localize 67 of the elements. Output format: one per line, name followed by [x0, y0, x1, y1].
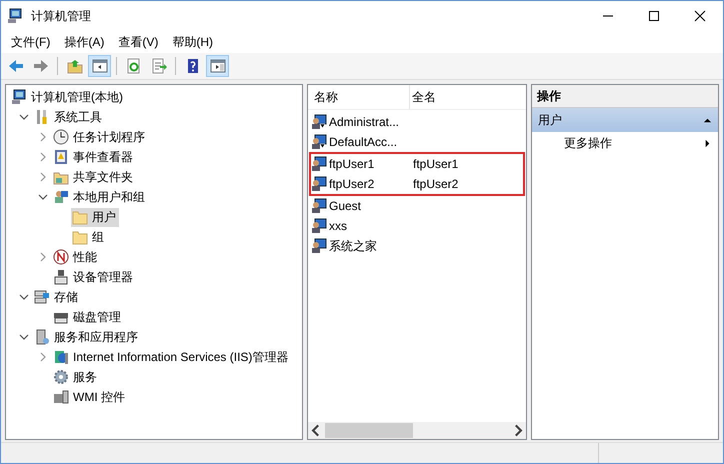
tree-item[interactable]: 存储 — [33, 288, 81, 306]
tree-item[interactable]: 性能 — [52, 248, 100, 266]
storage-icon — [34, 289, 50, 305]
tree-item[interactable]: 组 — [71, 228, 107, 246]
scrollbar-thumb[interactable] — [325, 423, 413, 438]
tree-pane-button[interactable] — [88, 55, 111, 77]
chevron-right-icon[interactable] — [38, 252, 48, 262]
back-icon — [8, 58, 24, 74]
chevron-right-icon[interactable] — [38, 352, 48, 362]
tree-item[interactable]: 事件查看器 — [52, 148, 136, 166]
tree-item[interactable]: 服务和应用程序 — [33, 328, 141, 346]
folder-icon — [72, 209, 88, 225]
menu-item[interactable]: 文件(F) — [5, 32, 56, 52]
globe-server-icon — [53, 349, 69, 365]
chevron-down-icon[interactable] — [18, 292, 28, 302]
actions-header: 操作 — [532, 85, 718, 108]
menu-item[interactable]: 帮助(H) — [166, 32, 219, 52]
tree-item[interactable]: 任务计划程序 — [52, 128, 148, 146]
user-name[interactable]: Guest — [329, 199, 362, 213]
folder-up-icon — [66, 58, 82, 74]
gauge-icon — [53, 249, 69, 265]
user-name[interactable]: ftpUser1 — [329, 157, 374, 171]
tree-item[interactable]: Internet Information Services (IIS)管理器 — [52, 348, 292, 366]
column-header[interactable]: 名称 — [308, 85, 410, 109]
action-link[interactable]: 更多操作 — [564, 134, 612, 152]
tree-item[interactable]: 本地用户和组 — [52, 188, 148, 206]
column-header[interactable]: 全名 — [410, 85, 436, 109]
menu-item[interactable]: 查看(V) — [112, 32, 164, 52]
chevron-right-icon[interactable] — [38, 172, 48, 182]
users-icon — [53, 189, 69, 205]
chevron-down-icon[interactable] — [18, 332, 28, 342]
tree-pane-icon — [92, 58, 108, 74]
forward-icon — [32, 58, 48, 74]
tree-item[interactable]: 用户 — [71, 208, 119, 226]
tree-item[interactable]: 计算机管理(本地) — [10, 88, 126, 106]
server-icon — [34, 329, 50, 345]
user-full-name: ftpUser1 — [413, 157, 458, 171]
user-name[interactable]: 系统之家 — [329, 238, 377, 254]
action-section-header[interactable]: 用户 — [532, 108, 718, 132]
refresh-icon — [126, 58, 142, 74]
tree-item[interactable]: 系统工具 — [33, 108, 105, 126]
user-full-name: ftpUser2 — [413, 177, 458, 191]
computer-icon — [11, 89, 27, 105]
horizontal-scrollbar[interactable] — [308, 422, 526, 439]
export-list-icon — [150, 58, 166, 74]
chevron-right-icon[interactable] — [38, 132, 48, 142]
action-pane-icon — [210, 58, 226, 74]
menu-item[interactable]: 操作(A) — [58, 32, 110, 52]
computer-icon — [7, 8, 23, 24]
clock-icon — [53, 129, 69, 145]
folder-icon — [72, 229, 88, 245]
user-name[interactable]: ftpUser2 — [329, 177, 374, 191]
window-title: 计算机管理 — [31, 8, 92, 24]
tree-item[interactable]: 设备管理器 — [52, 268, 136, 286]
tree-item[interactable]: 磁盘管理 — [52, 308, 124, 326]
tree-item[interactable]: 共享文件夹 — [52, 168, 136, 186]
event-log-icon — [53, 149, 69, 165]
tree-item[interactable]: WMI 控件 — [52, 388, 128, 406]
chevron-down-icon[interactable] — [38, 192, 48, 202]
user-name[interactable]: xxs — [329, 219, 347, 233]
chevron-right-icon[interactable] — [38, 152, 48, 162]
wmi-icon — [53, 389, 69, 405]
action-pane-button[interactable] — [206, 55, 229, 77]
gear-icon — [53, 369, 69, 385]
tree-item[interactable]: 服务 — [52, 368, 100, 386]
device-icon — [53, 269, 69, 285]
chevron-down-icon[interactable] — [18, 112, 28, 122]
